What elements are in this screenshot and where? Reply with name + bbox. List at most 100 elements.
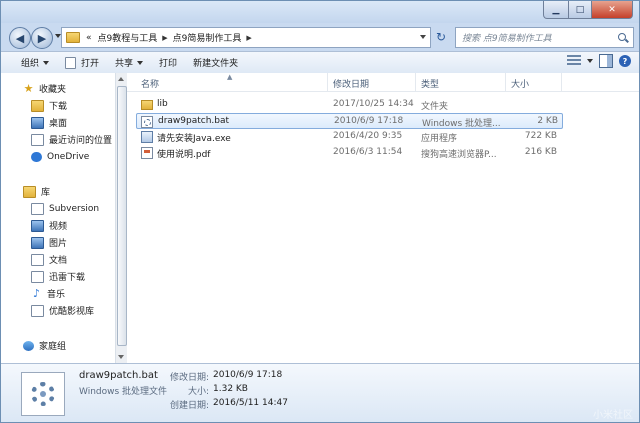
forward-button[interactable]: ▶ [31,27,53,49]
nav-label: 图片 [49,239,68,249]
nav-label: 视频 [49,222,68,232]
nav-label: 下载 [49,102,68,112]
breadcrumb-item[interactable]: 点9教程与工具 [95,31,161,44]
file-name: 请先安装Java.exe [157,134,231,144]
nav-favorites[interactable]: ★ 收藏夹 [23,81,66,96]
batch-file-large-icon [21,372,65,416]
nav-label: Subversion [49,203,100,214]
organize-button[interactable]: 组织 [1,52,57,73]
nav-label: 收藏夹 [39,85,67,95]
title-bar: ▁ □ ✕ [1,1,639,23]
chevron-down-icon[interactable] [587,59,593,63]
column-modified[interactable]: 修改日期 [333,77,369,90]
print-button[interactable]: 打印 [151,52,185,73]
refresh-icon[interactable]: ↻ [433,29,449,45]
share-button[interactable]: 共享 [107,52,151,73]
column-divider[interactable] [327,73,328,91]
nav-item-documents[interactable]: 文档 [31,252,67,267]
address-bar[interactable]: « 点9教程与工具 ▶ 点9简易制作工具 ▶ [61,27,431,48]
chevron-down-icon [137,60,144,65]
share-label: 共享 [115,59,134,69]
picture-icon [31,236,44,249]
nav-item-videos[interactable]: 视频 [31,218,67,233]
download-folder-icon [31,99,44,112]
nav-label: 家庭组 [39,342,67,352]
youku-library-icon [31,304,44,317]
file-row-selected[interactable]: draw9patch.bat 2010/6/9 17:18 Windows 批处… [136,113,563,129]
breadcrumb-overflow[interactable]: « [83,33,95,43]
window-controls: ▁ □ ✕ [543,1,633,19]
onedrive-icon [31,151,42,162]
details-size-label: 大小: [187,387,209,397]
file-modified: 2016/4/20 9:35 [333,131,403,141]
nav-label: 优酷影视库 [49,307,95,317]
nav-label: 迅雷下载 [49,273,86,283]
search-icon[interactable] [617,32,629,44]
column-name[interactable]: 名称 [141,77,159,90]
file-type: 应用程序 [421,134,458,144]
breadcrumb-separator-icon[interactable]: ▶ [244,34,253,42]
change-view-icon[interactable] [567,55,581,67]
help-icon[interactable]: ? [619,55,631,67]
star-icon: ★ [23,82,34,95]
search-placeholder: 搜索 点9简易制作工具 [462,34,552,44]
nav-item-subversion[interactable]: Subversion [31,201,99,216]
file-modified: 2016/6/3 11:54 [333,147,403,157]
nav-libraries[interactable]: 库 [23,184,50,199]
nav-item-thunder-downloads[interactable]: 迅雷下载 [31,269,85,284]
nav-item-music[interactable]: ♪ 音乐 [31,286,65,301]
chevron-down-icon [43,60,50,65]
recent-places-icon [31,133,44,146]
minimize-button[interactable]: ▁ [543,1,569,19]
homegroup-icon [23,340,34,351]
details-pane: draw9patch.bat Windows 批处理文件 修改日期: 2010/… [1,363,639,422]
file-row[interactable]: 使用说明.pdf 2016/6/3 11:54 搜狗高速浏览器P... 216 … [137,145,562,160]
navigation-pane: ★ 收藏夹 下载 桌面 最近访问的位置 OneDrive 库 Subversion… [1,73,115,363]
address-dropdown-icon[interactable] [420,35,426,39]
breadcrumb-item-current[interactable]: 点9简易制作工具 [170,31,245,44]
nav-label: OneDrive [47,151,90,162]
nav-homegroup[interactable]: 家庭组 [23,338,66,353]
nav-label: 桌面 [49,119,68,129]
music-icon: ♪ [32,287,41,300]
file-name: 使用说明.pdf [157,150,211,160]
nav-label: 库 [41,188,51,198]
scroll-down-icon[interactable] [118,355,124,359]
back-button[interactable]: ◀ [9,27,31,49]
file-size: 216 KB [524,147,557,157]
file-row[interactable]: 请先安装Java.exe 2016/4/20 9:35 应用程序 722 KB [137,129,562,144]
scrollbar-thumb[interactable] [117,86,127,346]
file-modified: 2017/10/25 14:34 [333,99,414,109]
column-divider[interactable] [505,73,506,91]
column-size[interactable]: 大小 [511,77,529,90]
file-list: ▲ 名称 修改日期 类型 大小 lib 2017/10/25 14:34 文件夹… [127,73,639,363]
preview-pane-icon[interactable] [599,54,613,68]
details-created-value: 2016/5/11 14:47 [213,398,288,408]
gear-icon [31,382,55,406]
explorer-window: ▁ □ ✕ ◀ ▶ « 点9教程与工具 ▶ 点9简易制作工具 ▶ ↻ 搜索 点9… [0,0,640,423]
maximize-button[interactable]: □ [569,1,592,19]
nav-item-desktop[interactable]: 桌面 [31,115,67,130]
file-name: draw9patch.bat [158,116,230,126]
nav-item-onedrive[interactable]: OneDrive [31,149,89,164]
file-size: 2 KB [537,116,558,126]
nav-item-recent-places[interactable]: 最近访问的位置 [31,132,112,147]
desktop-icon [31,116,44,129]
column-divider[interactable] [415,73,416,91]
breadcrumb-separator-icon[interactable]: ▶ [160,34,169,42]
nav-item-youku-library[interactable]: 优酷影视库 [31,303,94,318]
open-button[interactable]: 打开 [57,52,107,73]
scroll-up-icon[interactable] [118,77,124,81]
file-type: 搜狗高速浏览器P... [421,150,497,160]
nav-item-pictures[interactable]: 图片 [31,235,67,250]
subversion-icon [31,202,44,215]
file-row[interactable]: lib 2017/10/25 14:34 文件夹 [137,97,562,112]
new-folder-button[interactable]: 新建文件夹 [185,52,246,73]
nav-item-downloads[interactable]: 下载 [31,98,67,113]
column-divider[interactable] [561,73,562,91]
navigation-scrollbar[interactable] [115,73,127,363]
search-input[interactable]: 搜索 点9简易制作工具 [455,27,634,48]
column-header: ▲ 名称 修改日期 类型 大小 [127,73,639,92]
column-type[interactable]: 类型 [421,77,439,90]
close-button[interactable]: ✕ [592,1,633,19]
